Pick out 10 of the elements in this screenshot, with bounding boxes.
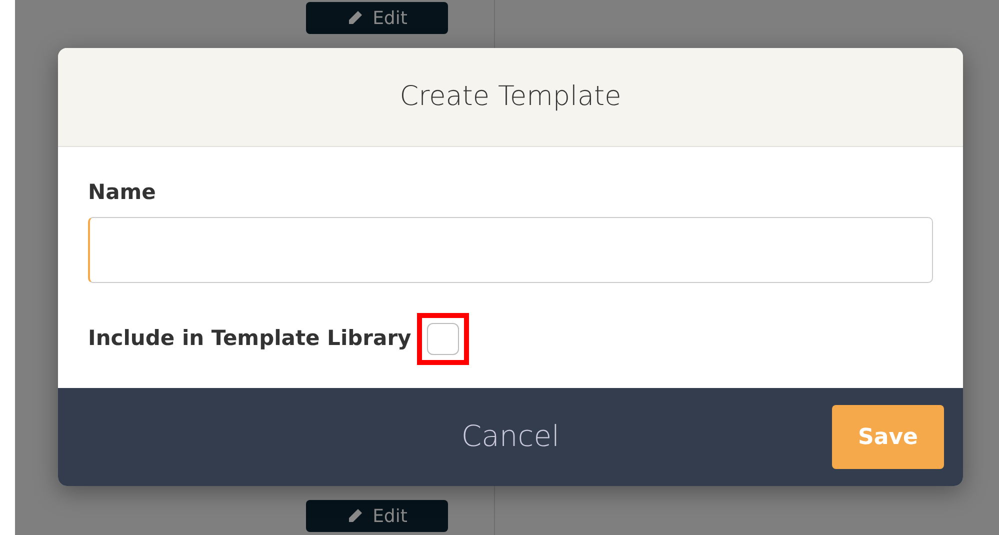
dialog-title: Create Template: [58, 48, 963, 147]
field-label: Name: [88, 179, 157, 206]
name-field[interactable]: [88, 216, 933, 282]
cancel-button[interactable]: Cancel: [455, 414, 566, 460]
edit-button[interactable]: Edit: [306, 2, 448, 34]
checkbox-label: Include in Template Library: [88, 324, 412, 352]
edit-button[interactable]: Edit: [306, 500, 448, 532]
checkbox[interactable]: [427, 322, 460, 354]
pencil-icon: [346, 10, 363, 26]
pencil-icon: [346, 508, 363, 524]
